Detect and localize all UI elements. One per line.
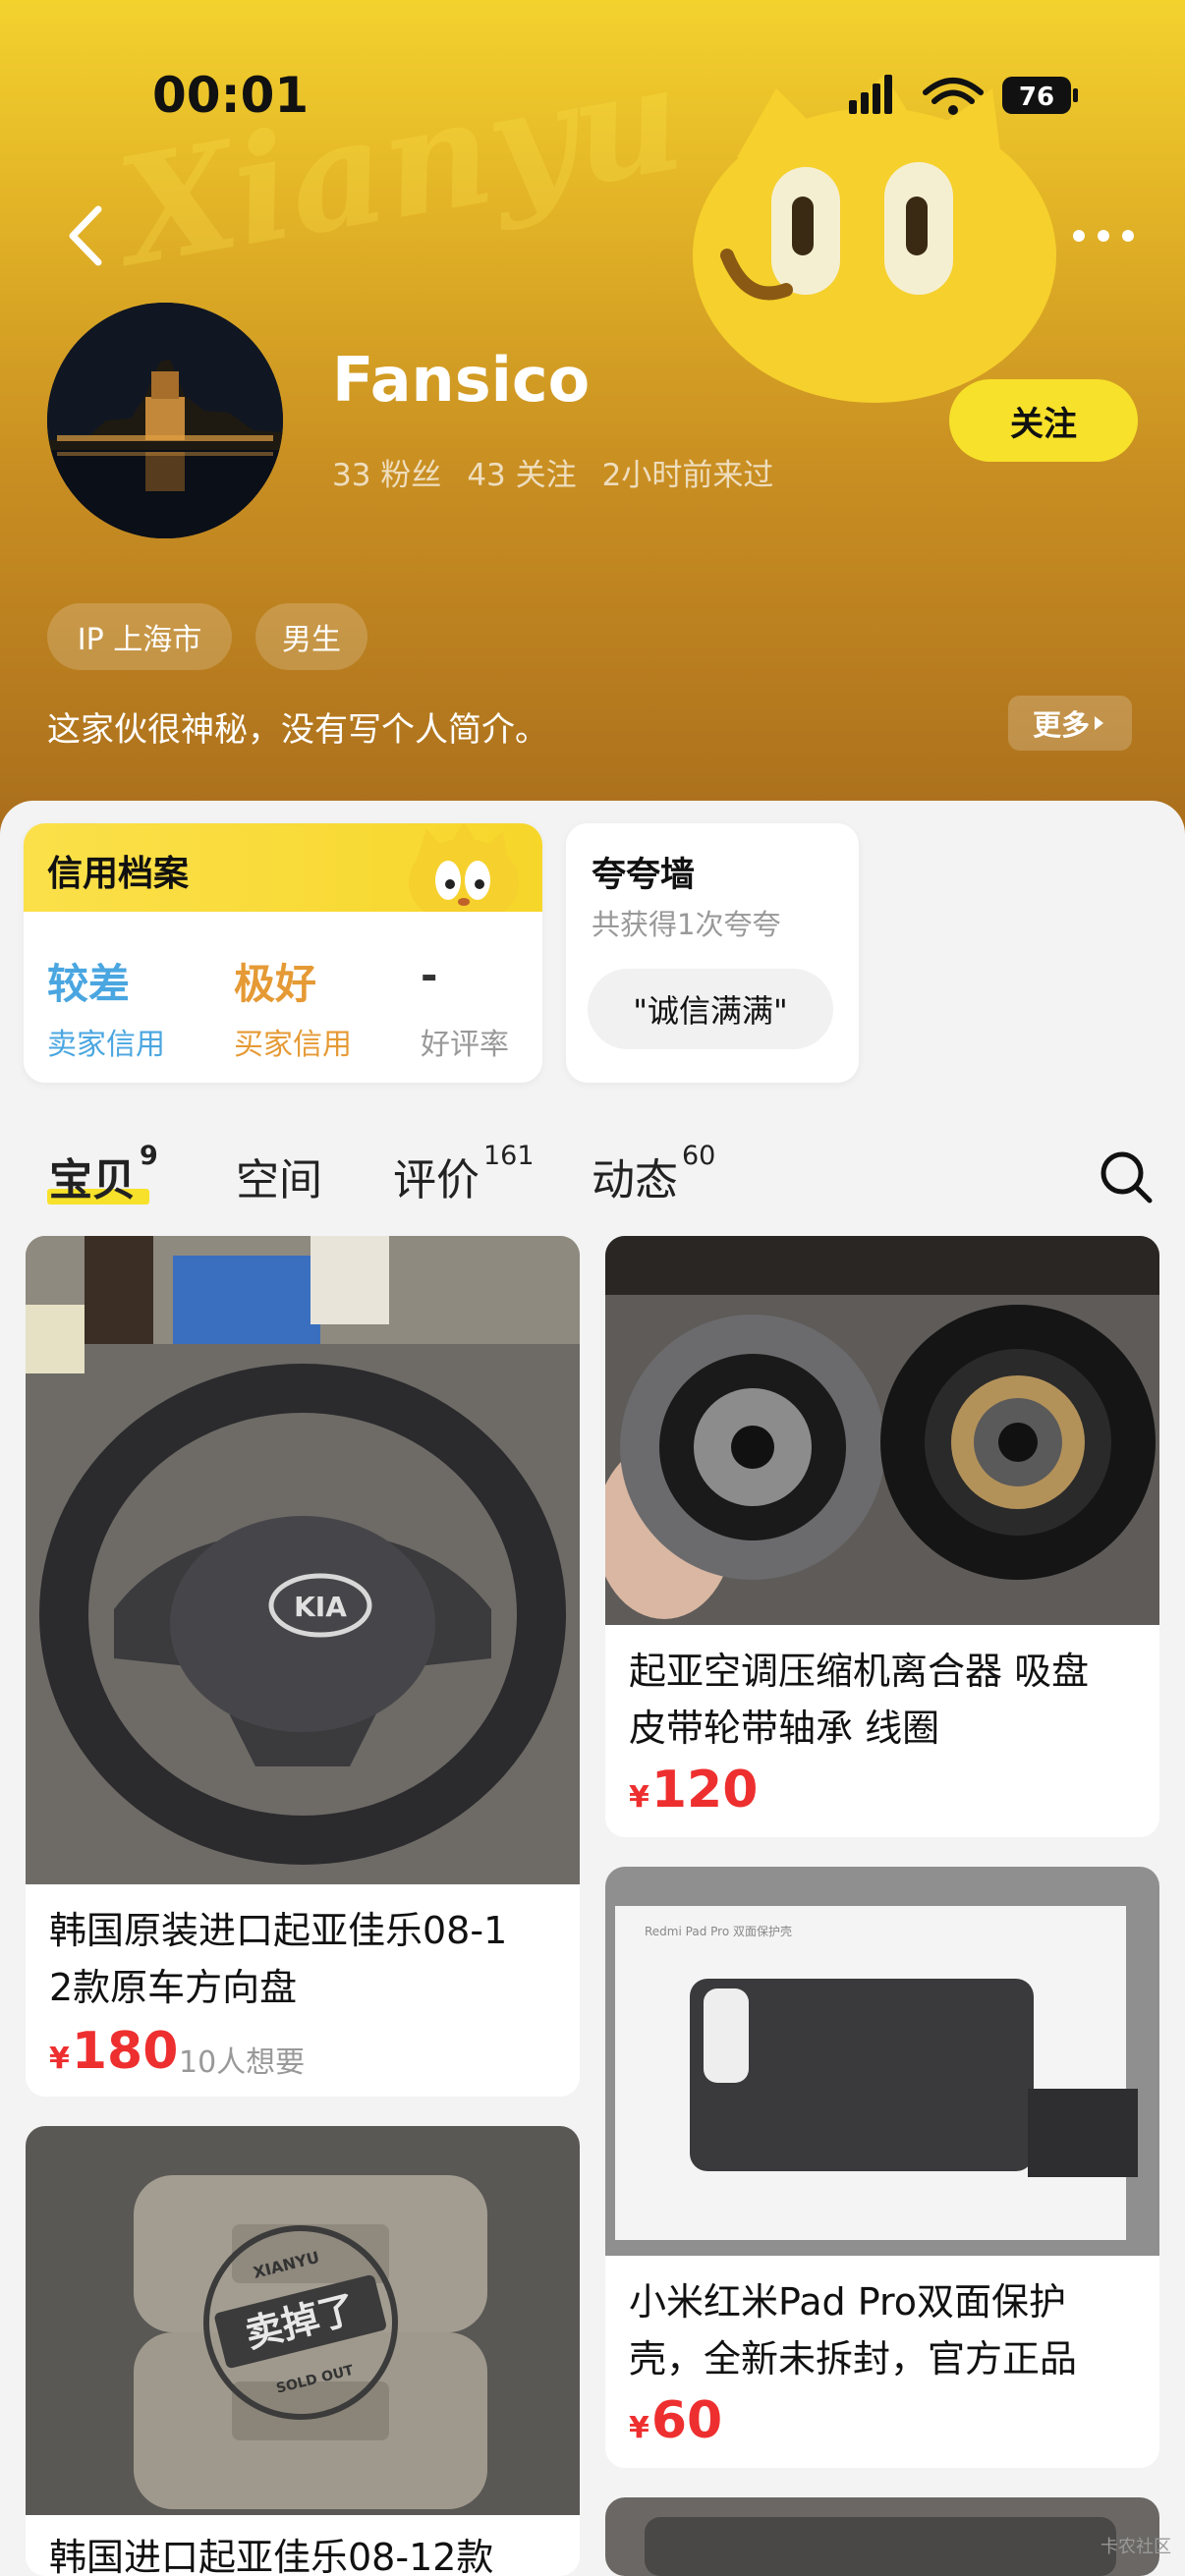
want-count: 10人想要: [179, 2045, 306, 2080]
product-title: 韩国进口起亚佳乐08-12款: [49, 2536, 494, 2576]
product-title: 小米红米Pad Pro双面保护 壳，全新未拆封，官方正品: [629, 2280, 1078, 2380]
product-title: 韩国原装进口起亚佳乐08-1 2款原车方向盘: [49, 1909, 508, 2009]
caret-right-icon: [1095, 716, 1103, 730]
status-time: 00:01: [152, 67, 310, 124]
seller-credit-value: 较差: [47, 960, 131, 1008]
avatar[interactable]: [47, 303, 283, 538]
product-image: [605, 1236, 1159, 1625]
status-icons: 76: [849, 75, 1078, 115]
profile-stats: 33 粉丝 43 关注 2小时前来过: [332, 450, 799, 494]
signal-icon: [849, 75, 892, 114]
tab-items[interactable]: 宝贝 9: [49, 1141, 158, 1207]
following-count[interactable]: 43 关注: [467, 458, 576, 493]
more-options-icon[interactable]: [1069, 221, 1138, 251]
praise-title: 夸夸墙: [592, 856, 696, 895]
praise-chip[interactable]: "诚信满满": [588, 969, 833, 1049]
product-card[interactable]: KIA 韩国原装进口起亚佳乐08-1 2款原车方向盘 ¥180 10人想要: [26, 1236, 580, 2097]
credit-title: 信用档案: [47, 854, 190, 894]
product-image: [605, 2497, 1159, 2576]
profile-header: Xianyu 00:01 76 Fansico 33 粉丝 43 关注 2小时前…: [0, 0, 1185, 845]
praise-subtitle: 共获得1次夸夸: [592, 908, 781, 941]
followers-count[interactable]: 33 粉丝: [332, 458, 441, 493]
corner-watermark: 卡农社区: [1100, 2537, 1171, 2557]
tab-space[interactable]: 空间: [236, 1145, 322, 1207]
credit-profile-card[interactable]: 信用档案 较差 卖家信用 极好 买家信用 - 好评率: [24, 823, 542, 1083]
product-price: ¥60: [629, 2391, 723, 2450]
more-label: 更多: [1032, 708, 1090, 742]
product-card[interactable]: Redmi Pad Pro 双面保护壳 小米红米Pad Pro双面保护 壳，全新未…: [605, 1867, 1159, 2468]
battery-level: 76: [1019, 83, 1054, 112]
praise-wall-card[interactable]: 夸夸墙 共获得1次夸夸 "诚信满满": [566, 823, 859, 1083]
product-card[interactable]: 起亚空调压缩机离合器 吸盘 皮带轮带轴承 线圈 ¥120: [605, 1236, 1159, 1837]
bio-text: 这家伙很神秘，没有写个人简介。: [47, 710, 548, 750]
follow-button[interactable]: 关注: [949, 379, 1138, 462]
product-price: ¥180: [49, 2022, 179, 2081]
product-card-sold[interactable]: 卖掉了 XIANYU SOLD OUT 韩国进口起亚佳乐08-12款: [26, 2126, 580, 2576]
product-price: ¥120: [629, 1761, 759, 1820]
box-label: Redmi Pad Pro 双面保护壳: [645, 1925, 792, 1938]
product-image: Redmi Pad Pro 双面保护壳: [605, 1867, 1159, 2256]
product-card[interactable]: [605, 2497, 1159, 2576]
tab-reviews[interactable]: 评价 161: [393, 1141, 535, 1207]
tag-gender: 男生: [255, 603, 367, 670]
mascot-icon: [409, 823, 519, 925]
product-title: 起亚空调压缩机离合器 吸盘 皮带轮带轴承 线圈: [629, 1650, 1090, 1750]
last-seen: 2小时前来过: [601, 458, 774, 493]
back-icon[interactable]: [59, 201, 118, 270]
buyer-credit-label: 买家信用: [234, 1028, 352, 1062]
search-icon[interactable]: [1097, 1148, 1156, 1206]
positive-rate-value: -: [421, 951, 438, 999]
positive-rate-label: 好评率: [421, 1028, 509, 1062]
product-image: KIA: [26, 1236, 580, 1884]
kia-logo-text: KIA: [294, 1591, 347, 1623]
tag-ip-location: IP 上海市: [47, 603, 232, 670]
buyer-credit-value: 极好: [234, 960, 317, 1008]
more-bio-button[interactable]: 更多: [1008, 696, 1132, 751]
wifi-icon: [923, 78, 984, 104]
tab-activity[interactable]: 动态 60: [592, 1141, 715, 1207]
username: Fansico: [332, 344, 591, 416]
seller-credit-label: 卖家信用: [47, 1028, 165, 1062]
product-image: 卖掉了 XIANYU SOLD OUT: [26, 2126, 580, 2515]
